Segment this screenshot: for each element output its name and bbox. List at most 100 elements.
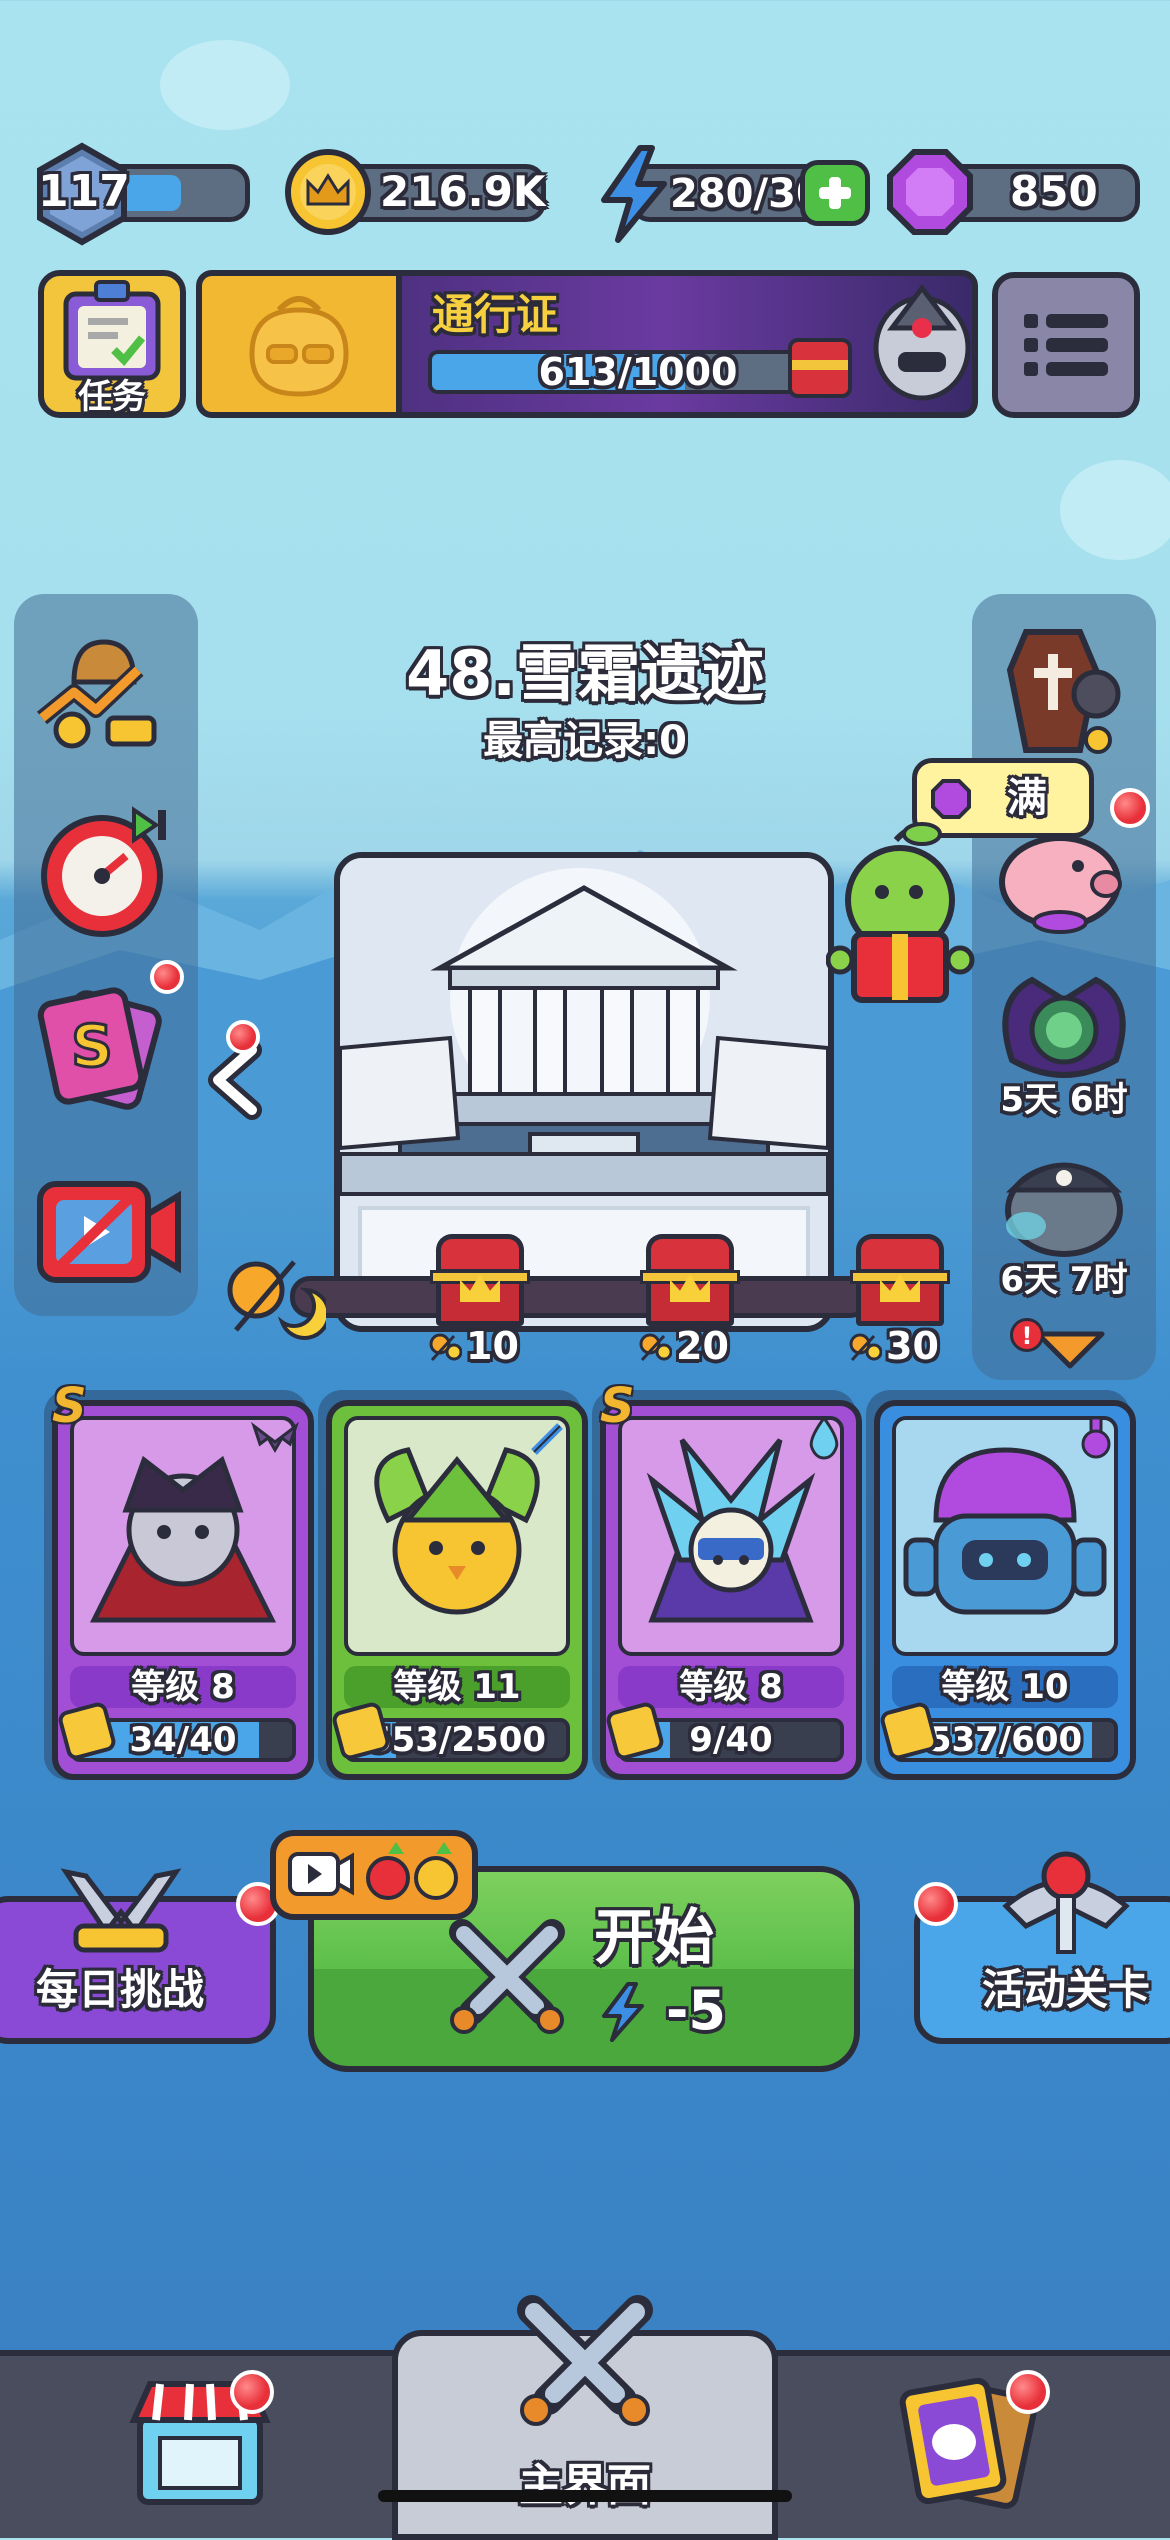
- hero-level: 等级 8: [618, 1666, 844, 1708]
- vampire-hero-illustration: [89, 1455, 277, 1623]
- plus-icon: [819, 177, 851, 209]
- stopwatch-icon: [41, 806, 166, 937]
- player-level: 117: [38, 166, 130, 217]
- svg-text:S: S: [71, 1012, 113, 1080]
- expand-down-button[interactable]: !: [1010, 1318, 1120, 1378]
- coffin-event-button[interactable]: [986, 620, 1126, 760]
- previous-stage-arrow[interactable]: [200, 1020, 270, 1120]
- event-stage-label: 活动关卡: [982, 1965, 1151, 2014]
- event-1-timer: 5天 6时: [1000, 1080, 1128, 1120]
- gift-mascot-button[interactable]: [825, 820, 976, 1010]
- coins-value: 216.9K: [380, 167, 546, 216]
- milestone-chest-1[interactable]: [430, 1234, 530, 1326]
- gem-icon: [884, 146, 976, 238]
- alert-badge: !: [1010, 1318, 1044, 1352]
- milestone-2-value: 20: [676, 1324, 729, 1368]
- pass-progress-bar: 613/1000: [428, 350, 848, 394]
- sword-crest-icon: [1002, 1851, 1130, 1954]
- pass-title: 通行证: [432, 290, 559, 339]
- event-button-1[interactable]: 5天 6时: [982, 960, 1146, 1132]
- stage-title: 48.雪霜遗迹: [406, 637, 764, 710]
- notification-dot: [1006, 2370, 1050, 2414]
- dark-portal-icon: [1002, 976, 1126, 1078]
- video-bonus-icon: [288, 1842, 458, 1900]
- day-night-small-icon: [849, 1333, 882, 1362]
- nav-main-tab[interactable]: 主界面: [392, 2295, 778, 2540]
- notification-dot: [230, 2370, 274, 2414]
- potion-icon: [1081, 1416, 1111, 1459]
- gem-icon: [931, 779, 971, 819]
- daily-challenge-button[interactable]: 每日挑战: [0, 1868, 276, 2044]
- list-menu-icon: [1024, 314, 1108, 376]
- money-bag-chart-icon: [36, 639, 157, 749]
- add-energy-button[interactable]: [800, 160, 870, 226]
- card-pack-button[interactable]: S: [34, 960, 184, 1110]
- nav-main-label: 主界面: [519, 2460, 651, 2511]
- stage-preview[interactable]: [334, 852, 834, 1332]
- milestone-track: [290, 1276, 870, 1318]
- snow-temple-illustration: [340, 858, 828, 1326]
- crossed-swords-icon: [517, 2295, 653, 2426]
- hero-level: 等级 11: [344, 1666, 570, 1708]
- rank-badge: S: [52, 1378, 87, 1434]
- shield-wings-icon: [60, 1868, 182, 1953]
- milestone-3-value: 30: [886, 1324, 939, 1368]
- watch-ad-bonus-button[interactable]: [270, 1830, 478, 1920]
- nav-shop-button[interactable]: [120, 2370, 280, 2510]
- battle-pass-banner[interactable]: 通行证 613/1000: [196, 270, 978, 418]
- milestone-chest-2[interactable]: [640, 1234, 740, 1326]
- piggy-bank-button[interactable]: [990, 818, 1130, 938]
- bat-icon: [251, 1421, 299, 1453]
- coin-icon: [282, 146, 374, 238]
- coffin-icon: [1006, 629, 1121, 754]
- best-record: 最高记录:0: [483, 718, 687, 764]
- start-label: 开始: [594, 1903, 714, 1973]
- home-indicator: [378, 2490, 792, 2502]
- pass-progress-text: 613/1000: [538, 350, 738, 394]
- lightning-icon: [602, 1982, 644, 2042]
- task-button[interactable]: 任务: [38, 270, 186, 418]
- no-video-icon: [37, 1181, 181, 1283]
- green-mascot-gift-icon: [825, 822, 975, 1003]
- piggy-bank-status: 满: [1007, 775, 1047, 821]
- menu-button[interactable]: [992, 272, 1140, 418]
- hero-card-3[interactable]: 等级 8 9/40: [600, 1400, 862, 1780]
- piggy-bank-icon: [999, 835, 1122, 934]
- notification-dot: [150, 960, 184, 994]
- rank-badge: S: [600, 1378, 635, 1434]
- milestone-1-value: 10: [466, 1324, 519, 1368]
- day-night-icon: [216, 1250, 331, 1340]
- hero-level: 等级 8: [70, 1666, 296, 1708]
- no-ads-button[interactable]: [34, 1170, 184, 1290]
- s-card-icon: S: [37, 987, 162, 1110]
- auto-battle-button[interactable]: [34, 800, 174, 940]
- notification-dot: [226, 1020, 260, 1054]
- event-button-2[interactable]: 6天 7时: [982, 1140, 1146, 1312]
- cloud-decoration: [160, 40, 290, 130]
- pirate-ghost-icon: [1005, 1162, 1123, 1257]
- sunglasses-bag-icon: [249, 296, 349, 397]
- hero-card-2[interactable]: 等级 11 553/2500: [326, 1400, 588, 1780]
- pass-chest-icon: [788, 338, 852, 398]
- start-energy-cost: -5: [666, 1979, 726, 2042]
- daily-challenge-label: 每日挑战: [36, 1965, 205, 2014]
- growth-fund-button[interactable]: [34, 622, 164, 752]
- milestone-chest-3[interactable]: [850, 1234, 950, 1326]
- notification-dot: [914, 1882, 958, 1926]
- hero-card-4[interactable]: 等级 10 537/600: [874, 1400, 1136, 1780]
- sword-icon: [531, 1423, 563, 1455]
- day-night-small-icon: [639, 1333, 672, 1362]
- crossed-swords-icon: [449, 1919, 565, 2034]
- day-night-small-icon: [429, 1333, 462, 1362]
- cloud-decoration: [1060, 460, 1170, 560]
- nav-cards-button[interactable]: [880, 2370, 1060, 2510]
- event-2-timer: 6天 7时: [1000, 1260, 1128, 1300]
- gems-value: 850: [1010, 167, 1098, 216]
- pass-knight-avatar: [873, 283, 971, 401]
- lightning-icon: [594, 144, 674, 244]
- water-drop-icon: [809, 1416, 839, 1460]
- hero-level: 等级 10: [892, 1666, 1118, 1708]
- clipboard-icon: [63, 280, 161, 381]
- hero-card-1[interactable]: 等级 8 34/40: [52, 1400, 314, 1780]
- task-label: 任务: [78, 377, 146, 417]
